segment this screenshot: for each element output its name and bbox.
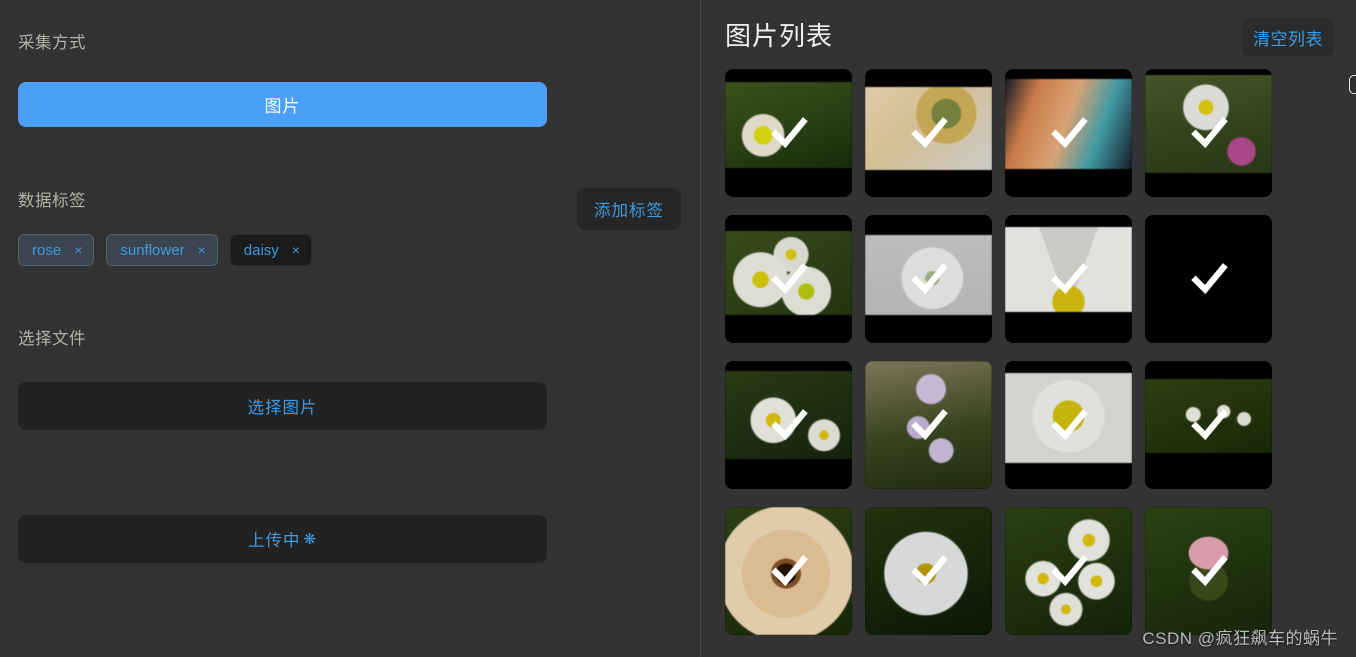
thumbnail-grid (725, 69, 1334, 635)
tag-chip-label: daisy (243, 241, 279, 259)
tag-remove-icon[interactable]: × (74, 243, 82, 257)
collect-image-button[interactable]: 图片 (18, 82, 547, 127)
thumbnail-item[interactable] (725, 215, 852, 343)
thumbnail-item[interactable] (1145, 215, 1272, 343)
thumbnail-item[interactable] (1145, 507, 1272, 635)
thumbnail-item[interactable] (865, 361, 992, 489)
thumbnail-item[interactable] (725, 69, 852, 197)
collect-method-label: 采集方式 (18, 34, 86, 52)
image-list-header: 图片列表 清空列表 (725, 16, 1334, 68)
clear-list-button[interactable]: 清空列表 (1242, 18, 1334, 56)
tag-remove-icon[interactable]: × (292, 243, 300, 257)
thumbnail-item[interactable] (1145, 361, 1272, 489)
thumbnail-photo (865, 507, 992, 635)
thumbnail-photo (1005, 79, 1132, 169)
tag-chip-label: sunflower (120, 241, 185, 259)
image-list-panel: 图片列表 清空列表 CSDN @疯狂飙车的蜗牛 (701, 0, 1356, 657)
thumbnail-photo (1145, 507, 1272, 635)
tag-chip-list: rose × sunflower × daisy × (18, 234, 682, 266)
thumbnail-photo (1005, 227, 1132, 312)
thumbnail-photo (865, 361, 992, 489)
page-title: 图片列表 (725, 21, 834, 51)
thumbnail-item[interactable] (865, 215, 992, 343)
tag-remove-icon[interactable]: × (198, 243, 206, 257)
left-config-panel: 采集方式 图片 数据标签 添加标签 rose × sunflower × dai… (0, 0, 701, 657)
thumbnail-photo (1145, 379, 1272, 453)
thumbnail-photo (1145, 215, 1272, 343)
thumbnail-item[interactable] (1005, 361, 1132, 489)
image-collection-app: 采集方式 图片 数据标签 添加标签 rose × sunflower × dai… (0, 0, 1356, 657)
upload-status-label: 上传中 (247, 532, 301, 550)
loading-spinner-icon: ❋ (303, 530, 318, 548)
thumbnail-item[interactable] (725, 361, 852, 489)
tag-chip-label: rose (32, 241, 62, 259)
thumbnail-photo (725, 371, 852, 459)
thumbnail-photo (865, 235, 992, 315)
scrollbar-thumb[interactable] (1349, 75, 1356, 94)
thumbnail-item[interactable] (725, 507, 852, 635)
select-file-label: 选择文件 (18, 330, 86, 348)
upload-status-button[interactable]: 上传中 ❋ (18, 515, 547, 563)
tag-chip[interactable]: rose × (18, 234, 95, 266)
thumbnail-photo (865, 87, 992, 170)
select-image-button[interactable]: 选择图片 (18, 382, 547, 430)
thumbnail-item[interactable] (1005, 69, 1132, 197)
thumbnail-photo (1005, 373, 1132, 463)
thumbnail-item[interactable] (1005, 215, 1132, 343)
tag-chip[interactable]: daisy × (229, 234, 312, 266)
add-tag-button[interactable]: 添加标签 (577, 188, 681, 230)
thumbnail-item[interactable] (865, 507, 992, 635)
thumbnail-photo (1005, 507, 1132, 635)
thumbnail-item[interactable] (1005, 507, 1132, 635)
tag-chip[interactable]: sunflower × (106, 234, 218, 266)
thumbnail-item[interactable] (865, 69, 992, 197)
thumbnail-photo (725, 82, 852, 168)
thumbnail-item[interactable] (1145, 69, 1272, 197)
thumbnail-photo (725, 231, 852, 315)
thumbnail-photo (1145, 75, 1272, 173)
thumbnail-photo (725, 507, 852, 635)
